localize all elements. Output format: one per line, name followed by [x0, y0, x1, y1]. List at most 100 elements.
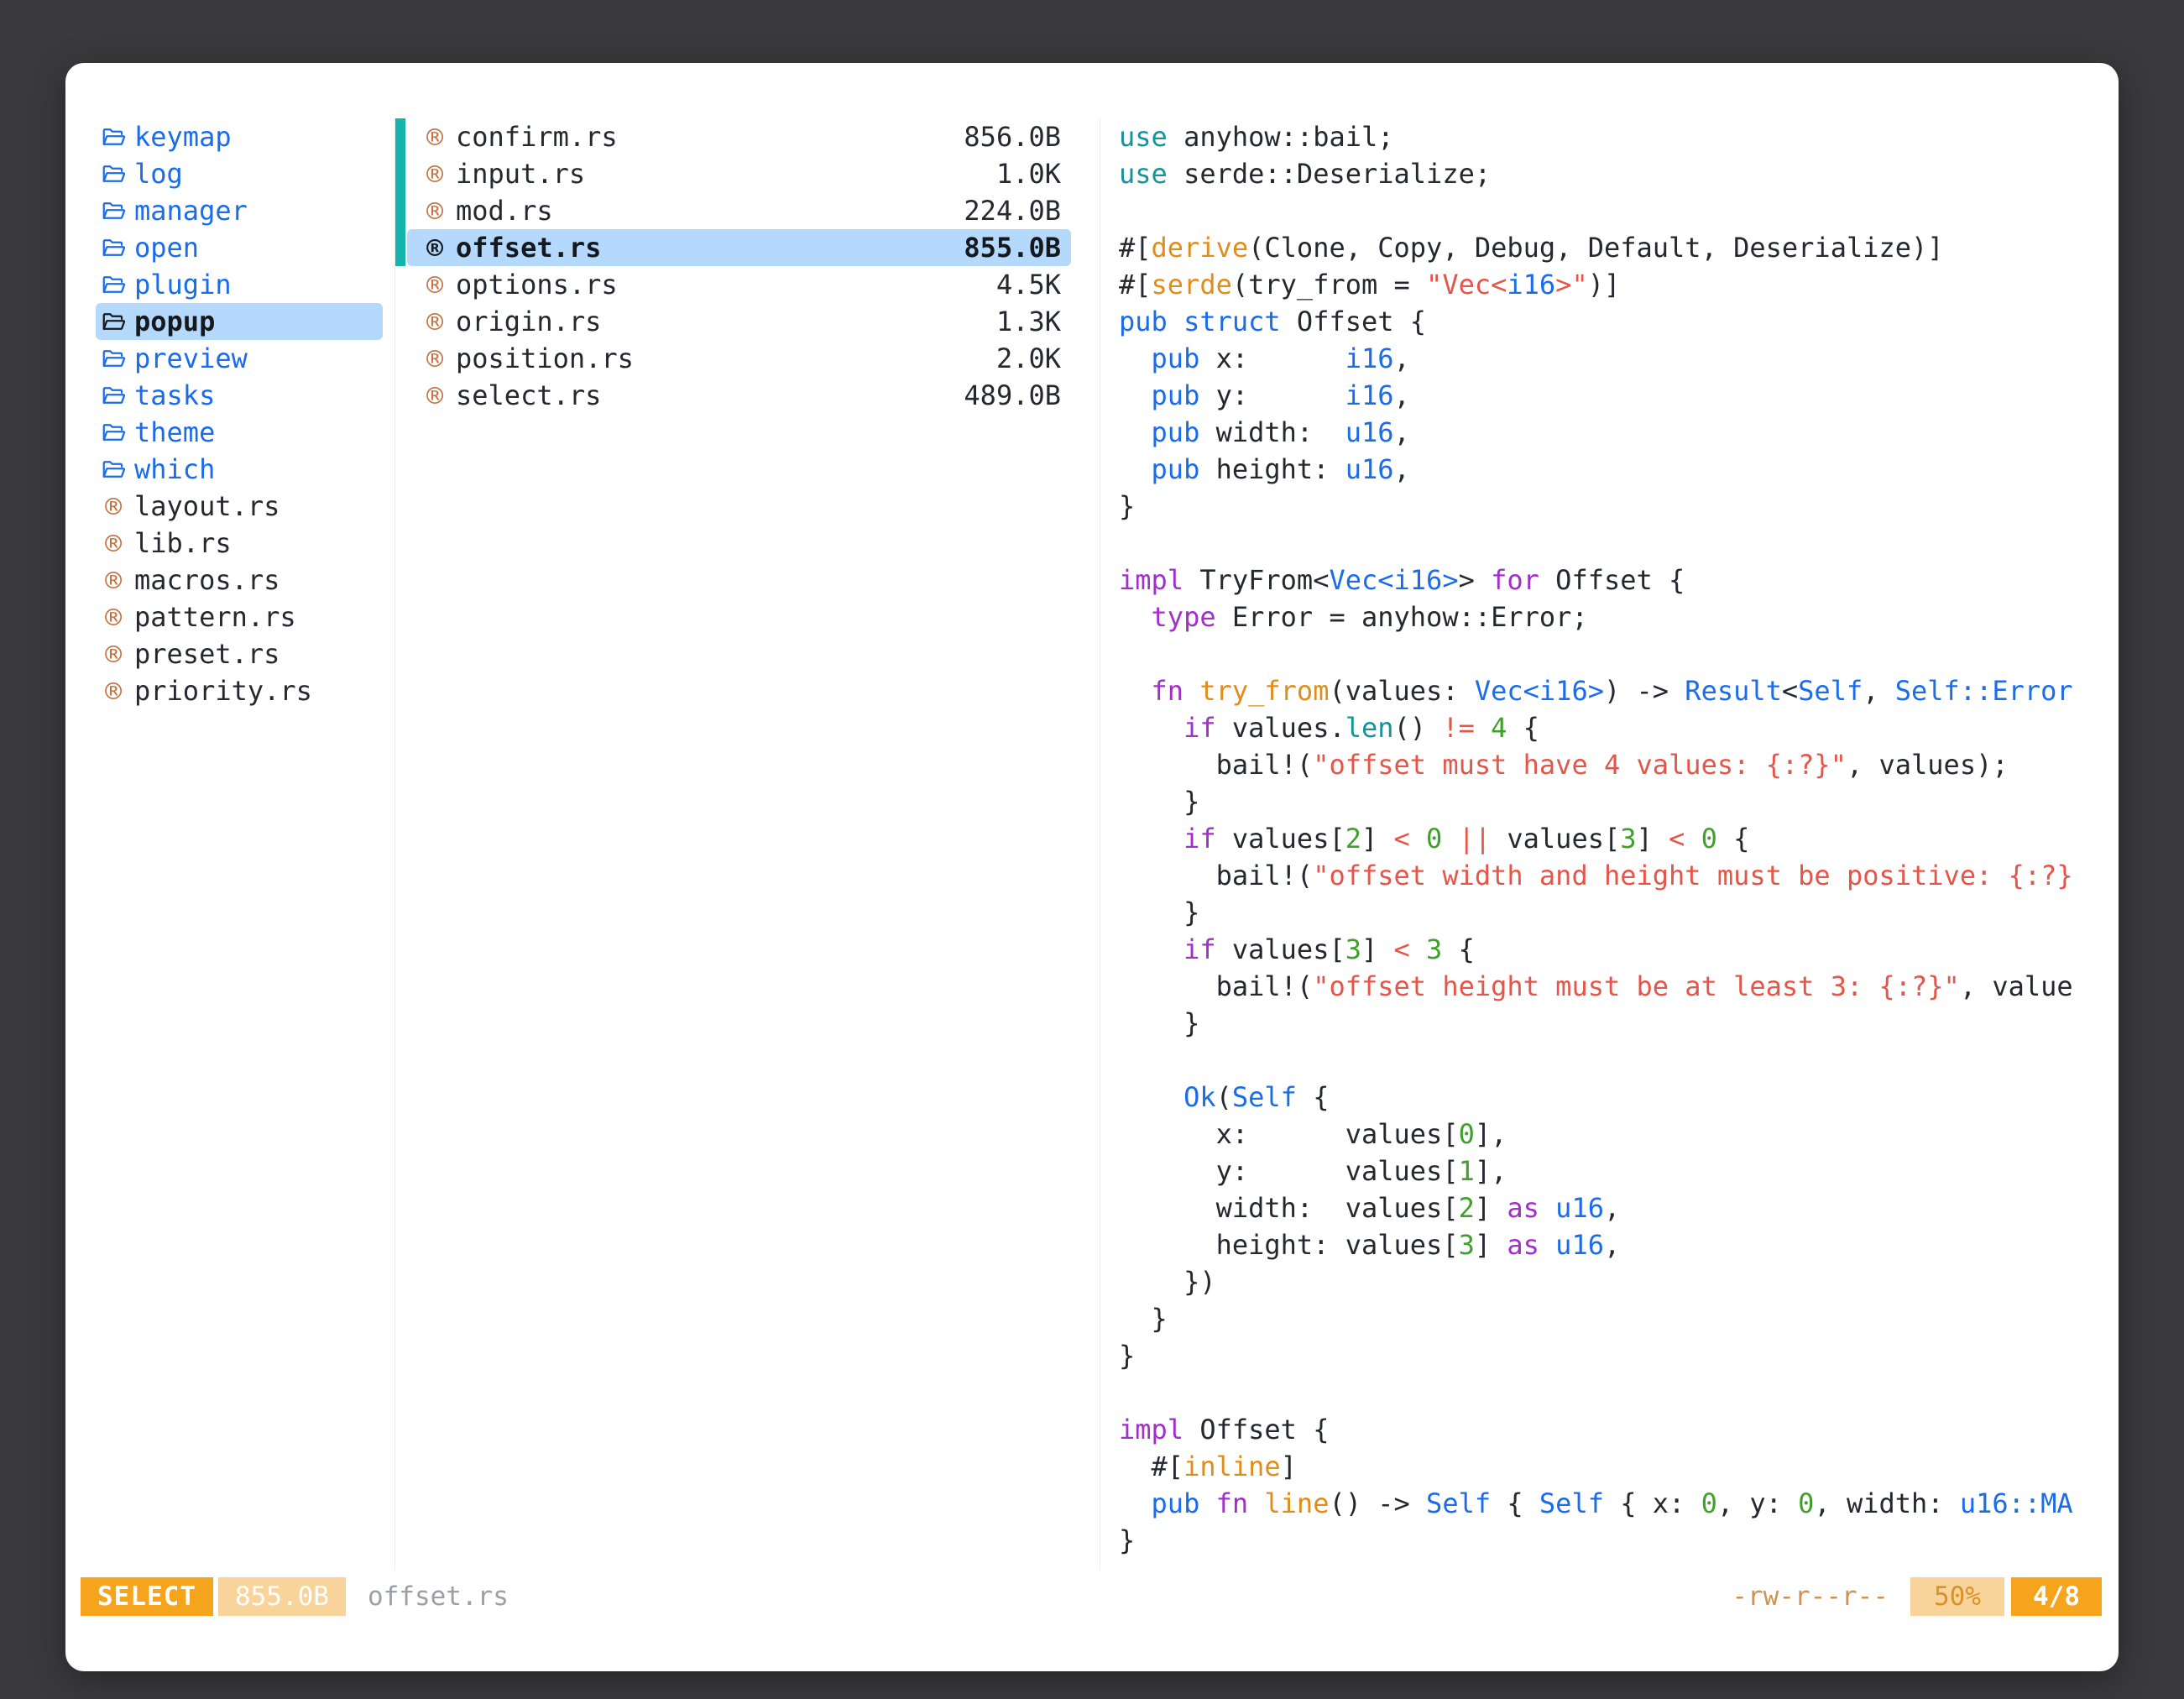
folder-icon	[99, 198, 128, 223]
code-line: }	[1119, 488, 2090, 525]
rust-file-icon: ®	[421, 195, 449, 227]
file-size: 856.0B	[964, 121, 1061, 153]
folder-icon	[99, 161, 128, 186]
sidebar-item-log[interactable]: log	[96, 155, 383, 192]
code-line	[1119, 1374, 2090, 1411]
file-row-options-rs[interactable]: ®options.rs 4.5K	[407, 266, 1071, 303]
code-line	[1119, 192, 2090, 229]
file-manager-panes: keymap log manager open plugin popup pre…	[96, 118, 2090, 1571]
code-line: }	[1119, 1005, 2090, 1042]
file-name: input.rs	[456, 158, 585, 190]
file-size: 4.5K	[996, 269, 1061, 301]
file-name: offset.rs	[456, 232, 601, 264]
file-name: mod.rs	[456, 195, 553, 227]
code-line: bail!("offset height must be at least 3:…	[1119, 968, 2090, 1005]
item-label: plugin	[134, 269, 232, 301]
file-row-origin-rs[interactable]: ®origin.rs1.3K	[407, 303, 1071, 340]
rust-file-icon: ®	[99, 638, 128, 671]
sidebar-item-preview[interactable]: preview	[96, 340, 383, 377]
item-label: theme	[134, 416, 215, 448]
rust-file-icon: ®	[421, 342, 449, 375]
code-line: pub struct Offset {	[1119, 303, 2090, 340]
code-line: #[derive(Clone, Copy, Debug, Default, De…	[1119, 229, 2090, 266]
code-line: height: values[3] as u16,	[1119, 1226, 2090, 1263]
sidebar-item-theme[interactable]: theme	[96, 414, 383, 451]
file-name: select.rs	[456, 379, 601, 411]
folder-icon	[99, 457, 128, 482]
file-permissions: -rw-r--r--	[1732, 1581, 1889, 1612]
sidebar-item-macros-rs[interactable]: ®macros.rs	[96, 562, 383, 599]
code-line: }	[1119, 1300, 2090, 1337]
item-label: macros.rs	[134, 564, 280, 596]
item-label: lib.rs	[134, 527, 232, 559]
sidebar-item-layout-rs[interactable]: ®layout.rs	[96, 488, 383, 525]
sidebar-item-priority-rs[interactable]: ®priority.rs	[96, 672, 383, 709]
item-label: layout.rs	[134, 490, 280, 522]
code-line	[1119, 525, 2090, 562]
code-line: type Error = anyhow::Error;	[1119, 599, 2090, 635]
rust-file-icon: ®	[421, 121, 449, 154]
status-left: SELECT 855.0B offset.rs	[81, 1577, 509, 1616]
code-line: bail!("offset must have 4 values: {:?}",…	[1119, 746, 2090, 783]
folder-icon	[99, 346, 128, 371]
code-line: if values[3] < 3 {	[1119, 931, 2090, 968]
code-line: impl TryFrom<Vec<i16>> for Offset {	[1119, 562, 2090, 599]
item-label: log	[134, 158, 183, 190]
code-line: y: values[1],	[1119, 1153, 2090, 1189]
file-row-offset-rs[interactable]: ®offset.rs855.0B	[407, 229, 1071, 266]
item-label: pattern.rs	[134, 601, 296, 633]
item-label: preset.rs	[134, 638, 280, 670]
sidebar-item-preset-rs[interactable]: ®preset.rs	[96, 635, 383, 672]
sidebar-item-tasks[interactable]: tasks	[96, 377, 383, 414]
sidebar-item-open[interactable]: open	[96, 229, 383, 266]
sidebar-item-keymap[interactable]: keymap	[96, 118, 383, 155]
current-directory-pane: ®confirm.rs856.0B®input.rs1.0K®mod.rs224…	[394, 118, 1100, 1571]
sidebar-item-popup[interactable]: popup	[96, 303, 383, 340]
sidebar-item-plugin[interactable]: plugin	[96, 266, 383, 303]
file-row-mod-rs[interactable]: ®mod.rs 224.0B	[407, 192, 1071, 229]
sidebar-item-lib-rs[interactable]: ®lib.rs	[96, 525, 383, 562]
rust-file-icon: ®	[421, 158, 449, 191]
item-label: popup	[134, 306, 215, 337]
code-line: }	[1119, 1337, 2090, 1374]
sidebar-item-which[interactable]: which	[96, 451, 383, 488]
code-line: use anyhow::bail;	[1119, 118, 2090, 155]
code-line: }	[1119, 783, 2090, 820]
file-size: 224.0B	[964, 195, 1061, 227]
mode-badge: SELECT	[81, 1577, 213, 1616]
file-size: 855.0B	[964, 232, 1061, 264]
file-row-confirm-rs[interactable]: ®confirm.rs856.0B	[407, 118, 1071, 155]
code-line: x: values[0],	[1119, 1116, 2090, 1153]
rust-file-icon: ®	[421, 269, 449, 301]
code-line: impl Offset {	[1119, 1411, 2090, 1448]
code-line: use serde::Deserialize;	[1119, 155, 2090, 192]
code-line: pub y: i16,	[1119, 377, 2090, 414]
sidebar-item-pattern-rs[interactable]: ®pattern.rs	[96, 599, 383, 635]
terminal-window: keymap log manager open plugin popup pre…	[65, 63, 2119, 1671]
file-name: options.rs	[456, 269, 618, 301]
file-row-select-rs[interactable]: ®select.rs489.0B	[407, 377, 1071, 414]
code-line: }	[1119, 894, 2090, 931]
code-line: #[inline]	[1119, 1448, 2090, 1485]
file-size: 2.0K	[996, 342, 1061, 374]
item-label: which	[134, 453, 215, 485]
file-row-position-rs[interactable]: ®position.rs 2.0K	[407, 340, 1071, 377]
file-row-input-rs[interactable]: ®input.rs 1.0K	[407, 155, 1071, 192]
folder-icon	[99, 309, 128, 334]
folder-icon	[99, 235, 128, 260]
folder-icon	[99, 272, 128, 297]
code-line: width: values[2] as u16,	[1119, 1189, 2090, 1226]
code-line	[1119, 1042, 2090, 1079]
code-line: }	[1119, 1522, 2090, 1559]
item-label: open	[134, 232, 199, 264]
file-preview-pane[interactable]: use anyhow::bail;use serde::Deserialize;…	[1100, 118, 2090, 1571]
file-name: position.rs	[456, 342, 634, 374]
file-size: 1.0K	[996, 158, 1061, 190]
code-line: })	[1119, 1263, 2090, 1300]
code-line: pub x: i16,	[1119, 340, 2090, 377]
file-name: origin.rs	[456, 306, 601, 337]
code-line: Ok(Self {	[1119, 1079, 2090, 1116]
file-size: 489.0B	[964, 379, 1061, 411]
file-size: 1.3K	[996, 306, 1061, 337]
sidebar-item-manager[interactable]: manager	[96, 192, 383, 229]
